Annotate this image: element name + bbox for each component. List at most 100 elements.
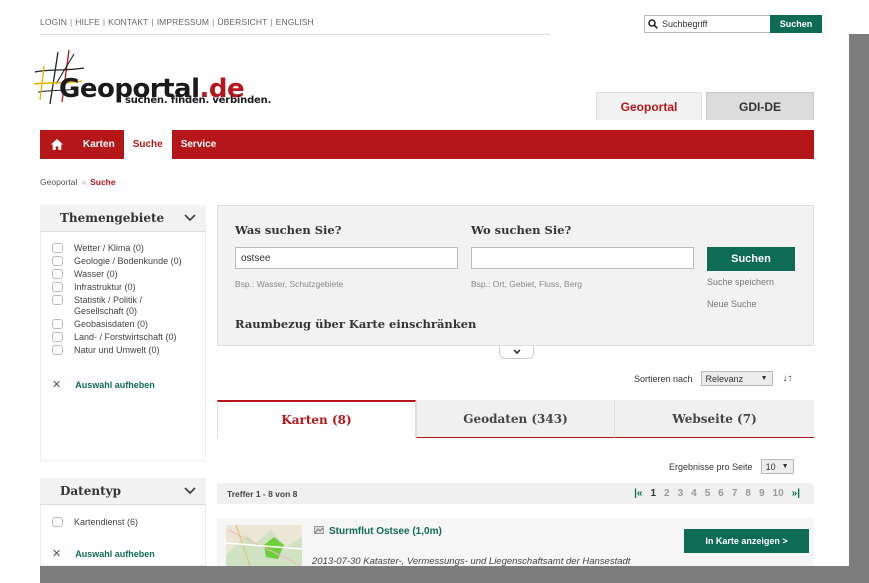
sort-control: Sortieren nach Relevanz ▼ ↓↑ [634, 371, 793, 386]
tab-webseite[interactable]: Webseite (7) [615, 400, 814, 438]
per-page-select[interactable]: 10 ▼ [760, 459, 794, 474]
portal-tabs: Geoportal GDI-DE [596, 92, 814, 120]
where-input[interactable] [471, 247, 694, 269]
filter-option[interactable]: Wetter / Klima (0) [52, 243, 205, 254]
filter-option[interactable]: Geobasisdaten (0) [52, 319, 205, 330]
pager-page[interactable]: 7 [732, 488, 738, 499]
results-count: Treffer 1 - 8 von 8 [227, 488, 298, 499]
checkbox[interactable] [52, 295, 63, 305]
nav-service[interactable]: Service [172, 130, 226, 159]
topnav-english[interactable]: ENGLISH [276, 17, 314, 27]
per-page-label: Ergebnisse pro Seite [669, 461, 753, 472]
breadcrumb-current: Suche [90, 177, 116, 187]
pager-first-button[interactable]: |« [634, 488, 642, 499]
filter-option[interactable]: Land- / Forstwirtschaft (0) [52, 332, 205, 343]
dropdown-arrow-icon: ▼ [760, 375, 768, 382]
topnav-hilfe[interactable]: HILFE [75, 17, 100, 27]
search-icon [648, 19, 660, 29]
filter-option[interactable]: Statistik / Politik / Gesellschaft (0) [52, 295, 205, 317]
filter-themengebiete: Themengebiete Wetter / Klima (0) Geologi… [40, 205, 206, 461]
expand-toggle[interactable] [499, 346, 534, 359]
pager-page[interactable]: 2 [664, 488, 670, 499]
topnav-login[interactable]: LOGIN [40, 17, 67, 27]
sort-label: Sortieren nach [634, 373, 693, 384]
pager-page[interactable]: 5 [705, 488, 711, 499]
map-restrict-heading[interactable]: Raumbezug über Karte einschränken [235, 317, 476, 331]
pager-page[interactable]: 8 [745, 488, 751, 499]
topnav-kontakt[interactable]: KONTAKT [108, 17, 148, 27]
topnav-impressum[interactable]: IMPRESSUM [157, 17, 209, 27]
pager-page[interactable]: 3 [678, 488, 684, 499]
top-search-input[interactable] [660, 19, 770, 29]
pager-last-button[interactable]: »| [792, 488, 800, 499]
page: LOGIN | HILFE | KONTAKT | IMPRESSUM | ÜBERSICHT |… [28, 0, 849, 566]
new-search-link[interactable]: Neue Suche [707, 299, 757, 309]
tab-gdi-de[interactable]: GDI-DE [706, 92, 814, 120]
map-service-icon [314, 525, 324, 537]
checkbox[interactable] [52, 282, 63, 292]
filter-option[interactable]: Natur und Umwelt (0) [52, 345, 205, 356]
checkbox[interactable] [52, 319, 63, 329]
result-item: Sturmflut Ostsee (1,0m) 2013-07-30 Katas… [217, 518, 814, 566]
close-icon: ✕ [52, 548, 62, 560]
close-icon: ✕ [52, 379, 62, 391]
pager-page[interactable]: 1 [650, 488, 656, 499]
show-in-map-button[interactable]: In Karte anzeigen > [684, 529, 809, 553]
chevron-down-icon [184, 214, 196, 222]
checkbox[interactable] [52, 332, 63, 342]
clear-selection-button[interactable]: ✕ Auswahl aufheben [52, 378, 205, 391]
geoportal-logo[interactable]: Geoportal.de suchen. finden. verbinden. [32, 44, 272, 110]
map-thumbnail[interactable] [226, 525, 302, 566]
search-button[interactable]: Suchen [707, 247, 795, 271]
tab-geodaten[interactable]: Geodaten (343) [416, 400, 615, 438]
result-description: 2013-07-30 Kataster-, Vermessungs- und L… [312, 556, 631, 566]
tab-karten[interactable]: Karten (8) [217, 400, 416, 438]
top-search-button[interactable]: Suchen [770, 15, 822, 33]
where-hint: Bsp.: Ort, Gebiet, Fluss, Berg [471, 279, 583, 289]
pager-page[interactable]: 10 [773, 488, 784, 499]
checkbox[interactable] [52, 269, 63, 279]
save-search-link[interactable]: Suche speichern [707, 277, 774, 287]
window-shadow-right [849, 34, 869, 583]
top-search: Suchen [644, 15, 822, 33]
result-title[interactable]: Sturmflut Ostsee (1,0m) [314, 525, 442, 537]
breadcrumb-root[interactable]: Geoportal [40, 177, 77, 187]
nav-suche[interactable]: Suche [123, 130, 172, 159]
sort-order-icon[interactable]: ↓↑ [783, 373, 793, 384]
datentyp-header[interactable]: Datentyp [40, 478, 206, 505]
filter-datentyp: Datentyp Kartendienst (6) ✕ Auswahl aufhe… [40, 478, 206, 566]
chevron-down-icon [512, 349, 521, 355]
what-hint: Bsp.: Wasser, Schutzgebiete [235, 279, 344, 289]
top-navigation: LOGIN | HILFE | KONTAKT | IMPRESSUM | ÜBERSICHT |… [40, 17, 314, 27]
filter-option[interactable]: Kartendienst (6) [52, 517, 205, 528]
checkbox[interactable] [52, 256, 63, 266]
filter-option[interactable]: Wasser (0) [52, 269, 205, 280]
where-heading: Wo suchen Sie? [471, 223, 572, 237]
checkbox[interactable] [52, 243, 63, 253]
search-panel: Was suchen Sie? Bsp.: Wasser, Schutzgebi… [217, 205, 814, 346]
pagination: |« 1 2 3 4 5 6 7 8 9 10 »| [630, 488, 804, 499]
home-icon[interactable] [40, 130, 74, 159]
chevron-down-icon [184, 487, 196, 495]
themengebiete-header[interactable]: Themengebiete [40, 205, 206, 232]
sort-select[interactable]: Relevanz ▼ [700, 371, 773, 386]
nav-karten[interactable]: Karten [74, 130, 124, 159]
logo-slogan: suchen. finden. verbinden. [125, 95, 272, 106]
result-tabs: Karten (8) Geodaten (343) Webseite (7) [217, 400, 814, 438]
main-navigation: Karten Suche Service [40, 130, 814, 159]
results-bar: Treffer 1 - 8 von 8 |« 1 2 3 4 5 6 7 8 9… [217, 483, 814, 504]
filter-option[interactable]: Geologie / Bodenkunde (0) [52, 256, 205, 267]
pager-page[interactable]: 9 [759, 488, 765, 499]
dropdown-arrow-icon: ▼ [781, 463, 789, 470]
checkbox[interactable] [52, 345, 63, 355]
pager-page[interactable]: 4 [691, 488, 697, 499]
filter-option[interactable]: Infrastruktur (0) [52, 282, 205, 293]
topnav-divider [40, 34, 550, 35]
checkbox[interactable] [52, 517, 63, 527]
what-heading: Was suchen Sie? [235, 223, 342, 237]
what-input[interactable] [235, 247, 458, 269]
topnav-uebersicht[interactable]: ÜBERSICHT [217, 17, 267, 27]
pager-page[interactable]: 6 [718, 488, 724, 499]
clear-selection-button[interactable]: ✕ Auswahl aufheben [52, 547, 205, 560]
tab-geoportal[interactable]: Geoportal [596, 92, 702, 120]
